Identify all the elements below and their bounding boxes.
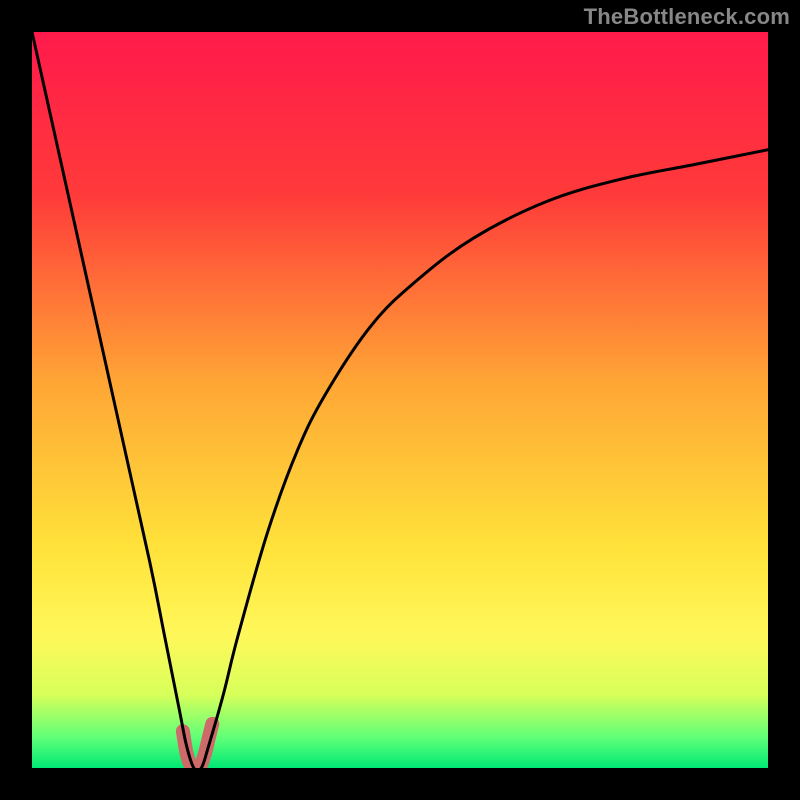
- chart-frame: TheBottleneck.com: [0, 0, 800, 800]
- plot-area: [32, 32, 768, 768]
- curve-layer: [32, 32, 768, 768]
- bottleneck-curve: [32, 32, 768, 768]
- watermark-text: TheBottleneck.com: [584, 4, 790, 30]
